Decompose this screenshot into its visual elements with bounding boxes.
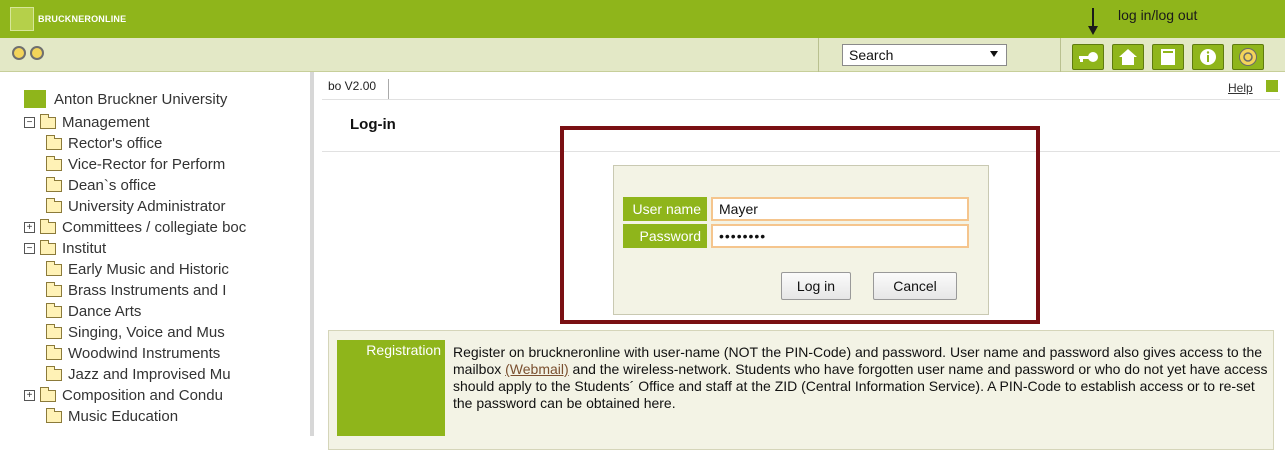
folder-icon (46, 407, 62, 423)
tree-item-label: Institut (62, 240, 107, 257)
expand-icon[interactable]: + (24, 390, 35, 401)
info-icon[interactable] (1192, 44, 1224, 70)
tree-root[interactable]: Anton Bruckner University (24, 86, 246, 112)
folder-icon (40, 218, 56, 234)
folder-icon (46, 134, 62, 150)
arrow-down-icon (1088, 8, 1098, 35)
registration-text-part2: and the wireless-network. Students who h… (453, 361, 1268, 411)
record-icon[interactable] (12, 46, 26, 60)
registration-text: Register on bruckneronline with user-nam… (453, 344, 1268, 412)
back-icon[interactable] (30, 46, 44, 60)
brand-small-icon (1266, 80, 1278, 92)
brand-logo-mark (10, 7, 34, 31)
toolbar-divider (818, 38, 819, 72)
folder-icon (40, 239, 56, 255)
book-icon[interactable] (1152, 44, 1184, 70)
brand-logo[interactable]: BRUCKNERONLINE (10, 7, 126, 31)
tree-item[interactable]: Rector's office (24, 133, 246, 154)
key-icon[interactable] (1072, 44, 1104, 70)
top-bar: BRUCKNERONLINE log in/log out (0, 0, 1285, 38)
tree-item[interactable]: Early Music and Historic (24, 259, 246, 280)
tree-items: − Management Rector's office Vice-Rector fo… (24, 112, 246, 427)
folder-icon (46, 176, 62, 192)
home-icon[interactable] (1112, 44, 1144, 70)
tree-item[interactable]: Music Education (24, 406, 246, 427)
brand-name: BRUCKNERONLINE (38, 14, 127, 24)
search-select[interactable]: Search (842, 44, 1007, 66)
search-select-value: Search (849, 47, 894, 63)
login-logout-annotation: log in/log out (1118, 7, 1198, 23)
tree-item-label: Composition and Condu (62, 387, 223, 404)
tree-item[interactable]: − Management (24, 112, 246, 133)
tree-item[interactable]: Jazz and Improvised Mu (24, 364, 246, 385)
tree-item[interactable]: Brass Instruments and I (24, 280, 246, 301)
collapse-icon[interactable]: − (24, 117, 35, 128)
university-icon (24, 90, 46, 108)
tree-item-label: Rector's office (68, 135, 163, 152)
tree-item[interactable]: Dance Arts (24, 301, 246, 322)
tree-item-label: Woodwind Instruments (68, 345, 221, 362)
tree-item-label: Singing, Voice and Mus (68, 324, 225, 341)
folder-icon (40, 386, 56, 402)
webmail-link[interactable]: (Webmail) (505, 361, 569, 377)
folder-icon (40, 113, 56, 129)
tree-item-label: University Administrator (68, 198, 226, 215)
org-tree: Anton Bruckner University − Management Rec… (24, 86, 246, 427)
nav-icons (1072, 44, 1264, 70)
folder-icon (46, 323, 62, 339)
toolbar-divider-2 (1060, 38, 1061, 72)
toolbar-left-icons (12, 46, 44, 60)
collapse-icon[interactable]: − (24, 243, 35, 254)
sidebar: Anton Bruckner University − Management Rec… (0, 72, 314, 436)
help-link[interactable]: Help (1228, 81, 1253, 95)
tree-item-label: Early Music and Historic (68, 261, 229, 278)
chevron-down-icon (990, 51, 998, 57)
tree-item-label: Committees / collegiate boc (62, 219, 247, 236)
expand-icon[interactable]: + (24, 222, 35, 233)
tree-item-label: Dance Arts (68, 303, 142, 320)
folder-icon (46, 281, 62, 297)
tree-item-label: Jazz and Improvised Mu (68, 366, 231, 383)
folder-icon (46, 197, 62, 213)
tree-item[interactable]: − Institut (24, 238, 246, 259)
tree-item[interactable]: University Administrator (24, 196, 246, 217)
tree-root-label: Anton Bruckner University (54, 90, 228, 108)
tree-item[interactable]: Woodwind Instruments (24, 343, 246, 364)
tree-item[interactable]: Dean`s office (24, 175, 246, 196)
page-title: Log-in (350, 116, 396, 133)
folder-icon (46, 365, 62, 381)
tree-item-label: Management (62, 114, 150, 131)
tree-item[interactable]: + Composition and Condu (24, 385, 246, 406)
registration-label: Registration (337, 340, 445, 436)
highlight-frame (560, 126, 1040, 324)
folder-icon (46, 260, 62, 276)
version-tab[interactable]: bo V2.00 (328, 79, 390, 99)
folder-icon (46, 344, 62, 360)
language-icon[interactable] (1232, 44, 1264, 70)
tree-item[interactable]: Vice-Rector for Perform (24, 154, 246, 175)
tree-item[interactable]: + Committees / collegiate boc (24, 217, 246, 238)
tree-item-label: Vice-Rector for Perform (68, 156, 226, 173)
tree-item-label: Brass Instruments and I (68, 282, 227, 299)
tree-item-label: Music Education (68, 408, 179, 425)
tree-item-label: Dean`s office (68, 177, 157, 194)
tree-item[interactable]: Singing, Voice and Mus (24, 322, 246, 343)
folder-icon (46, 302, 62, 318)
folder-icon (46, 155, 62, 171)
